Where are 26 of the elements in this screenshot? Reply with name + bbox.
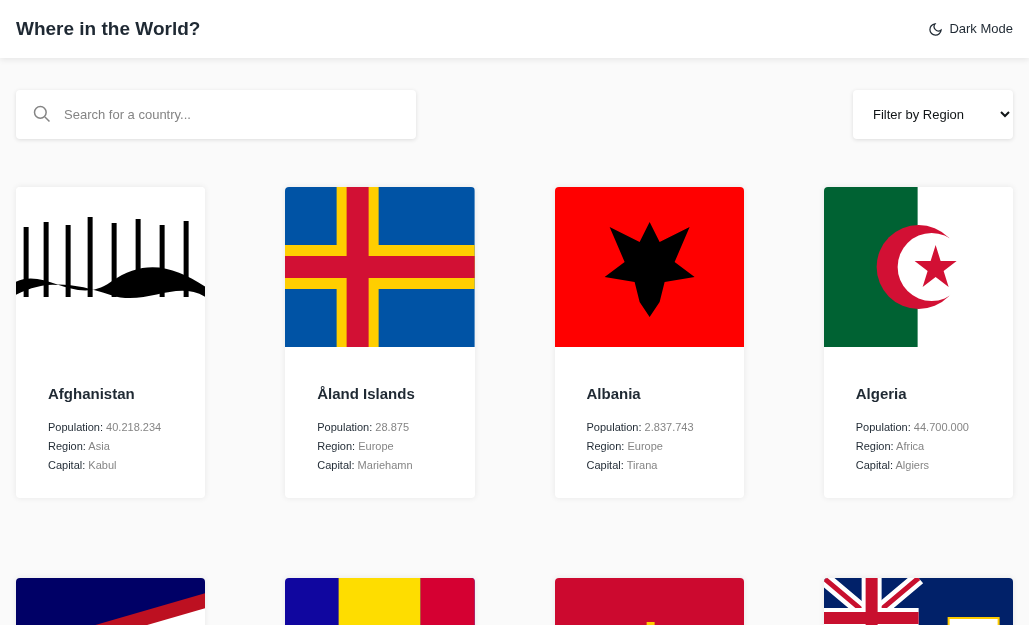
country-fact: Region: Africa: [855, 438, 926, 454]
country-fact: Region: Europe: [586, 438, 664, 454]
country-fact: Capital: Algiers: [855, 457, 931, 473]
page-title: Where in the World?: [16, 16, 201, 41]
region-filter[interactable]: Filter by Region: [853, 90, 1013, 139]
country-fact: Population: 2.837.743: [586, 419, 695, 435]
country-fact: Population: 40.218.234: [48, 419, 163, 435]
country-fact: Capital: Mariehamn: [317, 457, 414, 473]
country-card[interactable]: Algeria Population: 44.700.000 Region: Africa Capital: Algiers: [823, 187, 1013, 498]
country-fact: Region: Europe: [317, 438, 395, 454]
search-field[interactable]: Search for a country...: [16, 90, 416, 139]
moon-icon: [928, 21, 944, 37]
country-fact: Population: 28.875: [317, 419, 410, 435]
country-name: Algeria: [855, 384, 908, 404]
country-fact: Capital: Tirana: [586, 457, 659, 473]
country-card[interactable]: Albania Population: 2.837.743 Region: Europe Capital: Tirana: [554, 187, 744, 498]
search-icon: [32, 104, 52, 124]
country-name: Albania: [586, 384, 642, 404]
country-card[interactable]: Åland Islands Population: 28.875 Region: Europe Capital: Mariehamn: [285, 187, 475, 498]
country-card[interactable]: Afghanistan Population: 40.218.234 Region: Asia Capital: Kabul: [16, 187, 206, 498]
dark-mode-toggle[interactable]: Dark Mode: [928, 19, 1013, 39]
country-name: Åland Islands: [317, 384, 416, 404]
country-fact: Region: Asia: [48, 438, 111, 454]
country-fact: Capital: Kabul: [48, 457, 118, 473]
country-fact: Population: 44.700.000: [855, 419, 970, 435]
country-name: Afghanistan: [48, 384, 136, 404]
